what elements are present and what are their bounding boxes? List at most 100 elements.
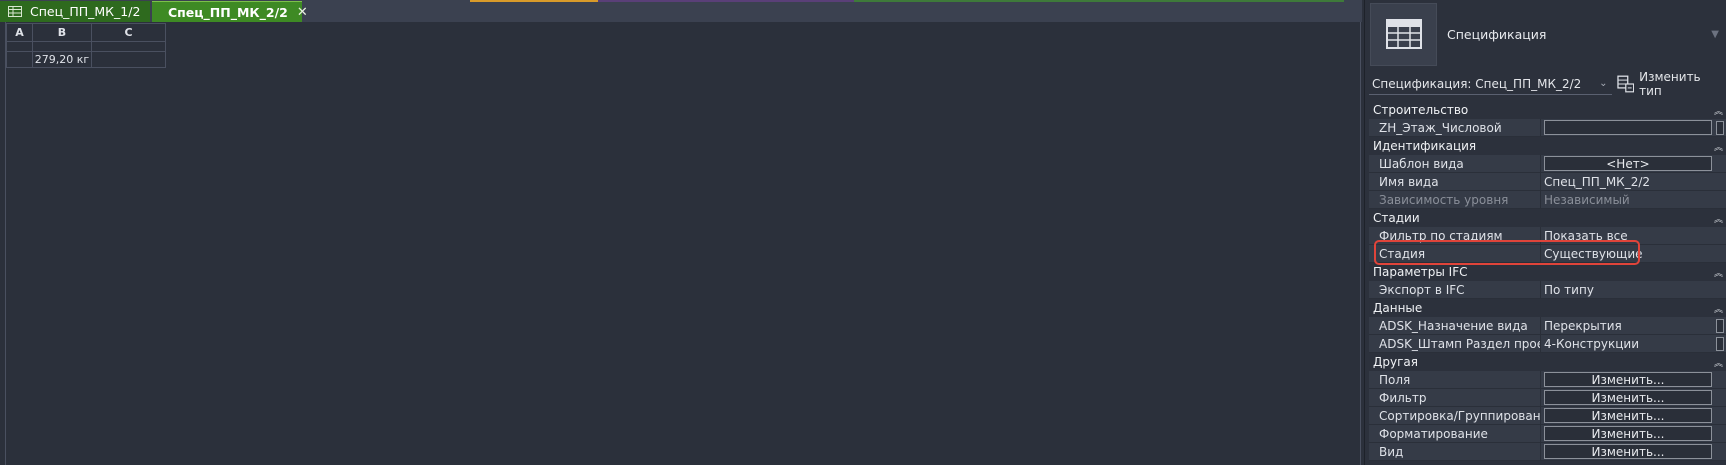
- associate-parameter-button[interactable]: [1716, 337, 1724, 351]
- view-frame: [5, 22, 1361, 465]
- property-row[interactable]: ADSK_Штамп Раздел проекта 4-Конструкции: [1369, 335, 1726, 353]
- tab-label: Спец_ПП_МК_2/2: [168, 4, 288, 20]
- group-title: Идентификация: [1373, 139, 1477, 153]
- collapse-icon[interactable]: ︽: [1714, 104, 1723, 117]
- group-title: Данные: [1373, 301, 1423, 315]
- property-name: Поля: [1369, 371, 1541, 388]
- schedule-header-row: A B C: [6, 23, 166, 42]
- chevron-down-icon: ⌄: [1599, 78, 1608, 89]
- column-header-b[interactable]: B: [32, 23, 92, 42]
- table-row: 279,20 кг: [6, 51, 166, 68]
- property-name: Форматирование: [1369, 425, 1541, 442]
- property-row: Зависимость уровня Независимый: [1369, 191, 1726, 209]
- property-row[interactable]: Шаблон вида <Нет>: [1369, 155, 1726, 173]
- edit-sorting-button[interactable]: Изменить...: [1544, 408, 1712, 423]
- property-name: Шаблон вида: [1369, 155, 1541, 172]
- edit-filter-button[interactable]: Изменить...: [1544, 390, 1712, 405]
- edit-fields-button[interactable]: Изменить...: [1544, 372, 1712, 387]
- property-name: Имя вида: [1369, 173, 1541, 190]
- instance-selector-label: Спецификация: Спец_ПП_МК_2/2: [1372, 76, 1582, 91]
- edit-type-icon: [1616, 75, 1634, 93]
- tab-strip-accent-purple: [598, 0, 854, 2]
- property-name: Вид: [1369, 443, 1541, 460]
- instance-selector[interactable]: Спецификация: Спец_ПП_МК_2/2 ⌄: [1369, 73, 1612, 95]
- property-value[interactable]: Изменить...: [1541, 425, 1726, 442]
- collapse-icon[interactable]: ︽: [1714, 302, 1723, 315]
- collapse-icon[interactable]: ︽: [1714, 356, 1723, 369]
- tab-spec-2[interactable]: Спец_ПП_МК_2/2 ✕: [152, 1, 308, 22]
- column-header-c[interactable]: C: [91, 23, 166, 42]
- property-name: ADSK_Штамп Раздел проекта: [1369, 335, 1541, 352]
- property-value[interactable]: <Нет>: [1541, 155, 1726, 172]
- group-phasing[interactable]: Стадии ︽: [1369, 209, 1726, 227]
- chevron-down-icon[interactable]: ▼: [1711, 29, 1719, 40]
- property-value[interactable]: Спец_ПП_МК_2/2: [1541, 173, 1726, 190]
- tab-strip-accent-orange: [470, 0, 598, 2]
- type-header: Спецификация ▼: [1370, 2, 1725, 66]
- property-name: ZH_Этаж_Числовой: [1369, 119, 1541, 136]
- edit-formatting-button[interactable]: Изменить...: [1544, 426, 1712, 441]
- collapse-icon[interactable]: ︽: [1714, 212, 1723, 225]
- property-value[interactable]: По типу: [1541, 281, 1726, 298]
- property-value[interactable]: Изменить...: [1541, 389, 1726, 406]
- property-row[interactable]: Имя вида Спец_ПП_МК_2/2: [1369, 173, 1726, 191]
- property-row[interactable]: Вид Изменить...: [1369, 443, 1726, 461]
- property-value[interactable]: 4-Конструкции: [1541, 335, 1726, 352]
- properties-grid: Строительство ︽ ZH_Этаж_Числовой Идентиф…: [1369, 101, 1726, 461]
- schedule-table: A B C 279,20 кг: [6, 23, 166, 68]
- property-row[interactable]: Поля Изменить...: [1369, 371, 1726, 389]
- properties-panel: Спецификация ▼ Спецификация: Спец_ПП_МК_…: [1364, 0, 1726, 465]
- edit-type-button[interactable]: Изменить тип: [1616, 70, 1725, 98]
- collapse-icon[interactable]: ︽: [1714, 266, 1723, 279]
- edit-type-label: Изменить тип: [1639, 70, 1701, 98]
- tab-spec-1[interactable]: Спец_ПП_МК_1/2: [0, 1, 150, 22]
- schedule-spacer-row: [6, 41, 166, 52]
- column-header-a[interactable]: A: [6, 23, 33, 42]
- group-ifc[interactable]: Параметры IFC ︽: [1369, 263, 1726, 281]
- property-row[interactable]: Фильтр Изменить...: [1369, 389, 1726, 407]
- table-cell[interactable]: [6, 51, 33, 68]
- property-value: Независимый: [1544, 192, 1630, 207]
- edit-appearance-button[interactable]: Изменить...: [1544, 444, 1712, 459]
- type-selector-row: Спецификация: Спец_ПП_МК_2/2 ⌄ Изменить …: [1369, 70, 1725, 98]
- property-value[interactable]: [1541, 119, 1726, 136]
- group-title: Стадии: [1373, 211, 1420, 225]
- schedule-view: A B C 279,20 кг: [0, 22, 1362, 465]
- property-value[interactable]: Изменить...: [1541, 371, 1726, 388]
- property-row[interactable]: Экспорт в IFC По типу: [1369, 281, 1726, 299]
- property-row[interactable]: ZH_Этаж_Числовой: [1369, 119, 1726, 137]
- collapse-icon[interactable]: ︽: [1714, 140, 1723, 153]
- close-icon[interactable]: ✕: [297, 5, 308, 20]
- associate-parameter-button[interactable]: [1716, 319, 1724, 333]
- group-data[interactable]: Данные ︽: [1369, 299, 1726, 317]
- property-value-text: Перекрытия: [1544, 318, 1622, 333]
- group-identity[interactable]: Идентификация ︽: [1369, 137, 1726, 155]
- property-row[interactable]: Форматирование Изменить...: [1369, 425, 1726, 443]
- group-title: Строительство: [1373, 103, 1469, 117]
- view-tab-bar: Спец_ПП_МК_1/2 Спец_ПП_МК_2/2 ✕: [0, 0, 1362, 22]
- property-value[interactable]: Изменить...: [1541, 407, 1726, 424]
- property-row[interactable]: ADSK_Назначение вида Перекрытия: [1369, 317, 1726, 335]
- table-cell[interactable]: [91, 51, 166, 68]
- group-title: Другая: [1373, 355, 1418, 369]
- schedule-icon: [1385, 19, 1422, 49]
- property-value[interactable]: Перекрытия: [1541, 317, 1726, 334]
- group-other[interactable]: Другая ︽: [1369, 353, 1726, 371]
- property-name: Сортировка/Группирование: [1369, 407, 1541, 424]
- tab-label: Спец_ПП_МК_1/2: [30, 4, 141, 19]
- text-field[interactable]: [1544, 120, 1712, 135]
- group-construction[interactable]: Строительство ︽: [1369, 101, 1726, 119]
- property-name: ADSK_Назначение вида: [1369, 317, 1541, 334]
- property-value-text: 4-Конструкции: [1544, 336, 1639, 351]
- type-name: Спецификация: [1447, 26, 1547, 42]
- view-template-button[interactable]: <Нет>: [1544, 156, 1712, 171]
- property-name: Фильтр: [1369, 389, 1541, 406]
- associate-parameter-button[interactable]: [1716, 121, 1724, 135]
- property-value[interactable]: Изменить...: [1541, 443, 1726, 460]
- table-cell[interactable]: 279,20 кг: [32, 51, 92, 68]
- group-title: Параметры IFC: [1373, 265, 1468, 279]
- highlight-box: [1374, 240, 1640, 265]
- property-row[interactable]: Сортировка/Группирование Изменить...: [1369, 407, 1726, 425]
- schedule-type-thumbnail: [1370, 2, 1437, 66]
- property-name: Экспорт в IFC: [1369, 281, 1541, 298]
